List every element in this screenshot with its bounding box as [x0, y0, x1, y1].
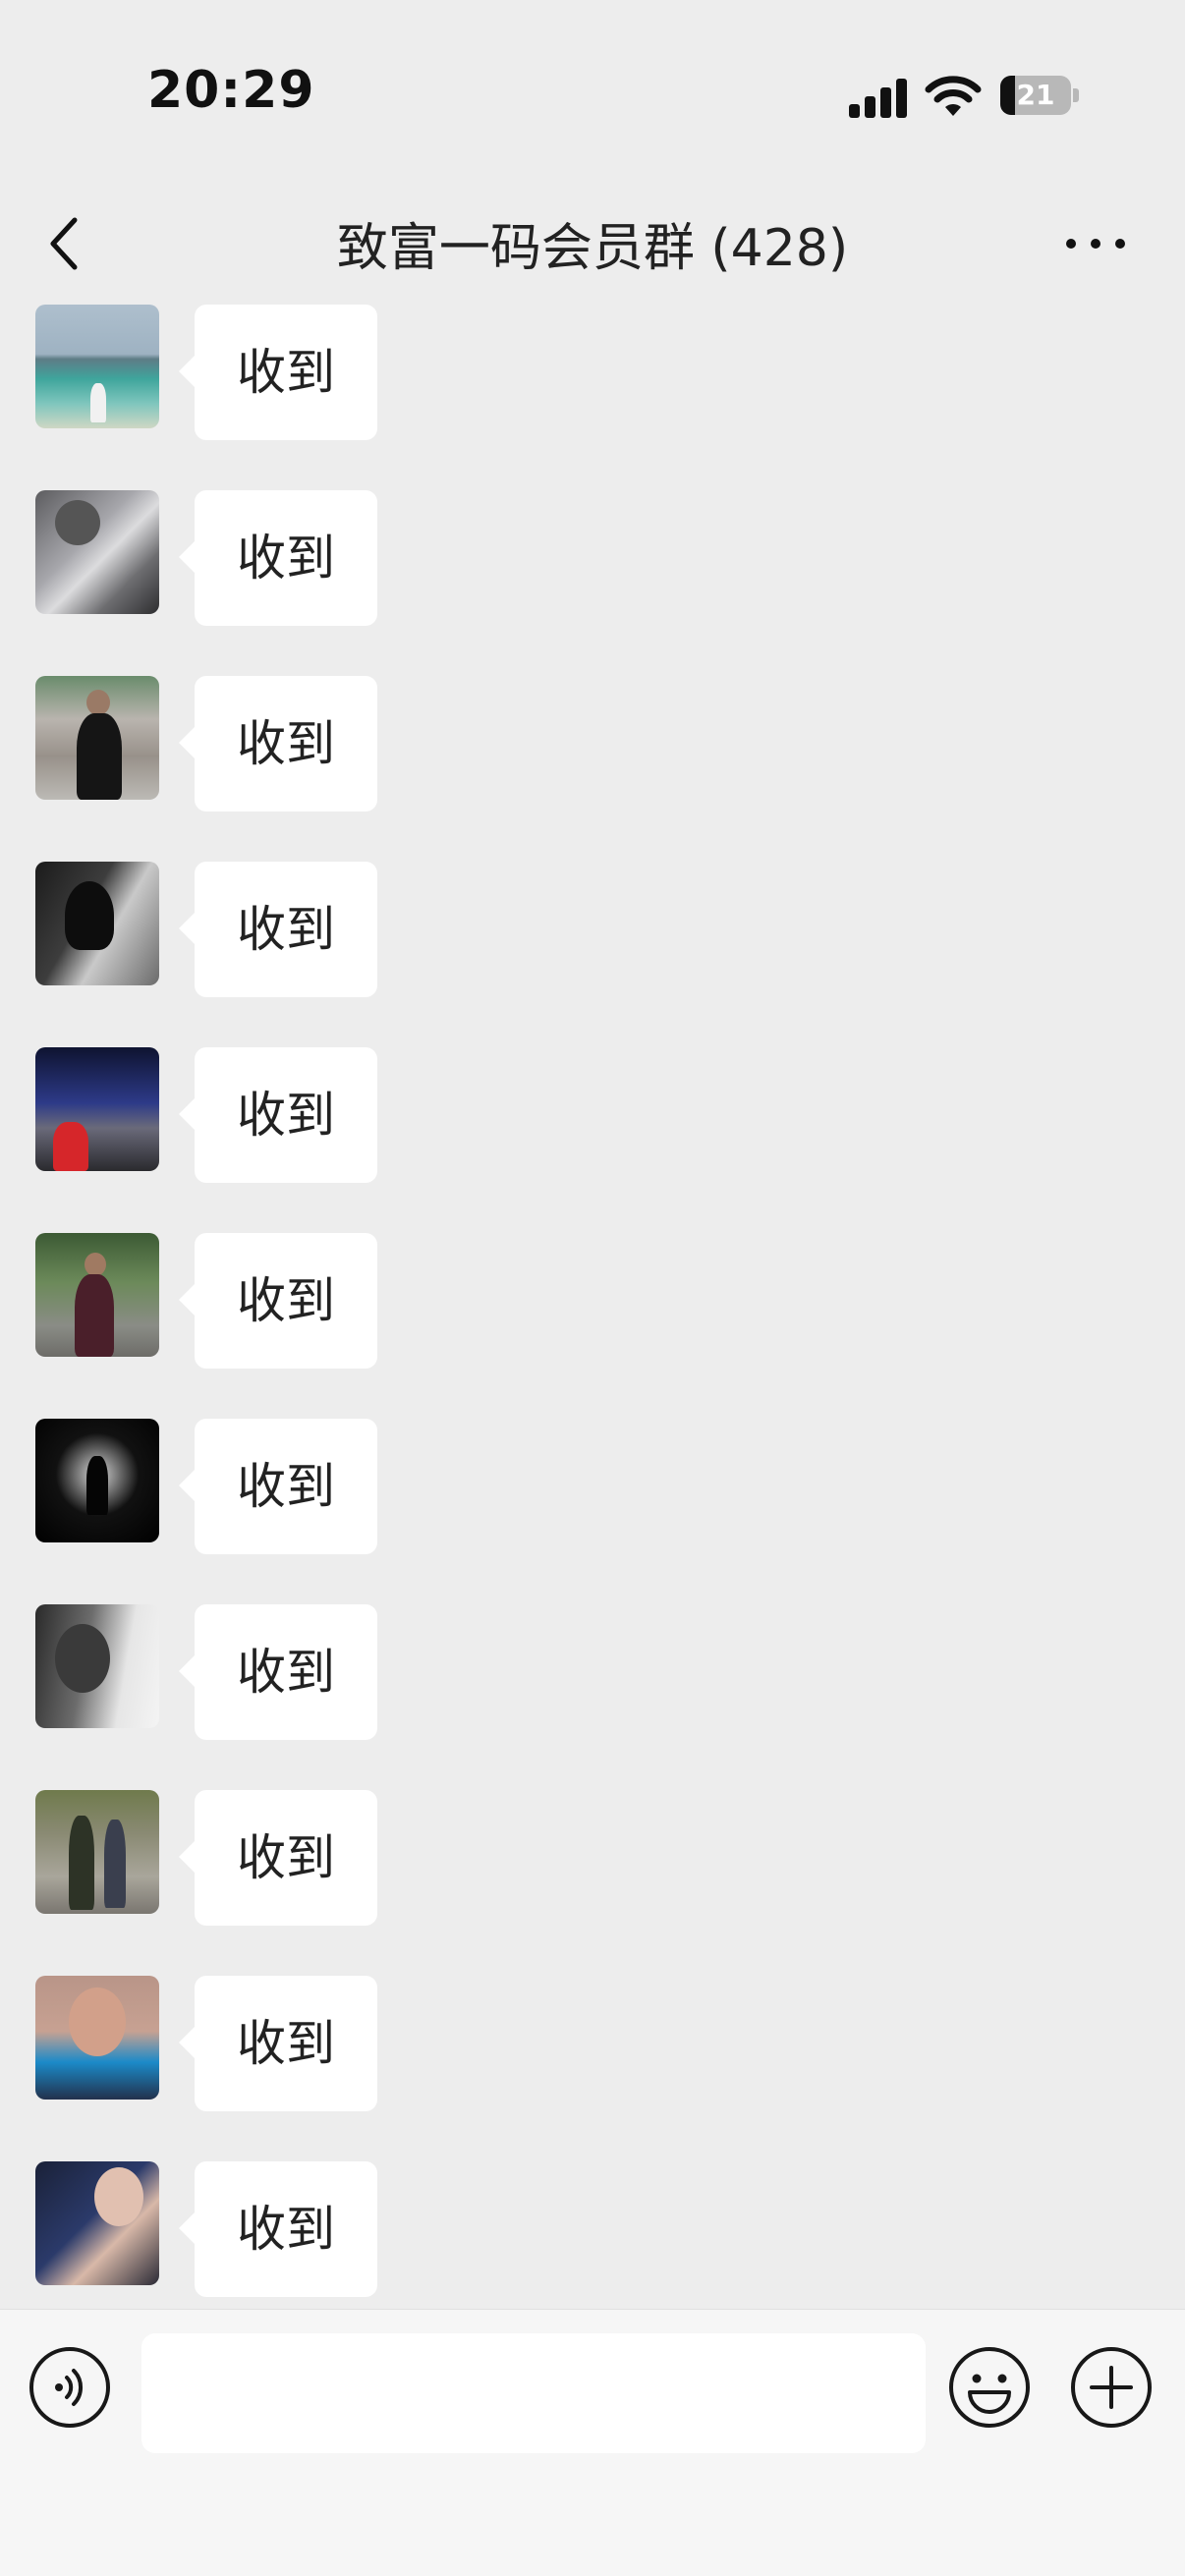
avatar[interactable] — [35, 862, 159, 985]
emoji-button[interactable] — [947, 2345, 1032, 2430]
avatar[interactable] — [35, 1233, 159, 1357]
message-row: 收到 — [0, 857, 1185, 997]
avatar[interactable] — [35, 490, 159, 614]
message-row: 收到 — [0, 671, 1185, 812]
message-row: 收到 — [0, 300, 1185, 440]
avatar[interactable] — [35, 1976, 159, 2100]
message-bubble[interactable]: 收到 — [179, 862, 377, 997]
message-row: 收到 — [0, 1042, 1185, 1183]
input-bar — [0, 2309, 1185, 2576]
chat-screen: 20:29 21 致富一码会员群 (428) 收到 收到 收到 收到 收到 收到… — [0, 0, 1185, 2576]
message-row: 收到 — [0, 1599, 1185, 1740]
message-row: 收到 — [0, 1414, 1185, 1554]
avatar[interactable] — [35, 676, 159, 800]
message-bubble[interactable]: 收到 — [179, 676, 377, 812]
emoji-icon — [949, 2347, 1030, 2428]
wifi-icon — [925, 76, 982, 116]
avatar[interactable] — [35, 1047, 159, 1171]
avatar[interactable] — [35, 1790, 159, 1914]
avatar[interactable] — [35, 2161, 159, 2285]
avatar[interactable] — [35, 1604, 159, 1728]
more-dots-icon — [1066, 239, 1125, 249]
message-list[interactable]: 收到 收到 收到 收到 收到 收到 收到 收到 收到 收到 收到 — [0, 300, 1185, 2309]
plus-circle-icon — [1071, 2347, 1152, 2428]
voice-icon — [29, 2347, 110, 2428]
battery-level: 21 — [1016, 79, 1055, 111]
message-row: 收到 — [0, 1785, 1185, 1926]
message-row: 收到 — [0, 1228, 1185, 1369]
chevron-left-icon — [50, 217, 78, 270]
message-row: 收到 — [0, 1971, 1185, 2111]
message-bubble[interactable]: 收到 — [179, 1790, 377, 1926]
avatar[interactable] — [35, 305, 159, 428]
page-title: 致富一码会员群 (428) — [336, 219, 849, 278]
message-bubble[interactable]: 收到 — [179, 2161, 377, 2297]
message-bubble[interactable]: 收到 — [179, 1604, 377, 1740]
status-bar: 20:29 21 — [0, 0, 1185, 187]
message-bubble[interactable]: 收到 — [179, 305, 377, 440]
nav-bar: 致富一码会员群 (428) — [0, 187, 1185, 300]
status-time: 20:29 — [147, 61, 315, 120]
back-button[interactable] — [35, 204, 94, 283]
plus-button[interactable] — [1069, 2345, 1154, 2430]
message-input[interactable] — [141, 2333, 926, 2453]
message-bubble[interactable]: 收到 — [179, 1976, 377, 2111]
cellular-signal-icon — [849, 77, 908, 118]
message-row: 收到 — [0, 485, 1185, 626]
battery-icon: 21 — [1000, 76, 1079, 115]
message-row: 收到 — [0, 2156, 1185, 2297]
voice-button[interactable] — [28, 2345, 112, 2430]
more-button[interactable] — [1061, 216, 1130, 271]
avatar[interactable] — [35, 1419, 159, 1542]
message-bubble[interactable]: 收到 — [179, 1047, 377, 1183]
message-bubble[interactable]: 收到 — [179, 1233, 377, 1369]
message-bubble[interactable]: 收到 — [179, 1419, 377, 1554]
message-bubble[interactable]: 收到 — [179, 490, 377, 626]
